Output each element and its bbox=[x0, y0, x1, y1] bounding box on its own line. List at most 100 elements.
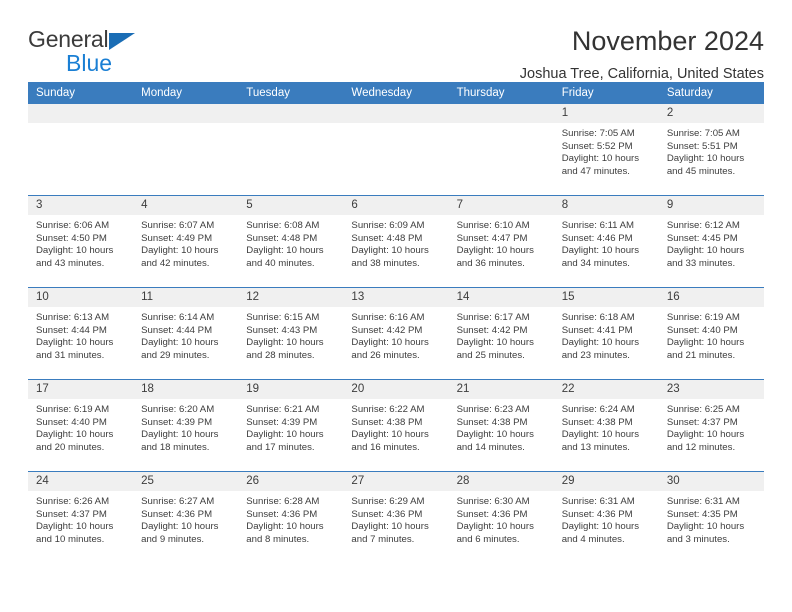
calendar-day-cell[interactable]: 3 Sunrise: 6:06 AM Sunset: 4:50 PM Daylight… bbox=[28, 195, 134, 288]
day-details: Sunrise: 6:15 AM Sunset: 4:43 PM Daylight:… bbox=[238, 307, 343, 362]
weekday-header-wednesday: Wednesday bbox=[343, 82, 449, 104]
daylight-duration-line1: Daylight: 10 hours bbox=[246, 245, 324, 257]
calendar-day-cell[interactable]: 20 Sunrise: 6:22 AM Sunset: 4:38 PM Dayligh… bbox=[343, 379, 449, 472]
calendar-day-cell[interactable]: 13 Sunrise: 6:16 AM Sunset: 4:42 PM Dayligh… bbox=[343, 287, 449, 380]
calendar-head: Sunday Monday Tuesday Wednesday Thursday… bbox=[28, 82, 764, 104]
daylight-duration-line1: Daylight: 10 hours bbox=[561, 337, 640, 349]
daylight-duration-line1: Daylight: 10 hours bbox=[351, 429, 429, 441]
calendar-day-cell[interactable]: 1 Sunrise: 7:05 AM Sunset: 5:52 PM Daylight… bbox=[553, 104, 659, 196]
calendar-day-cell[interactable]: 19 Sunrise: 6:21 AM Sunset: 4:39 PM Dayligh… bbox=[238, 379, 344, 472]
day-details: Sunrise: 6:29 AM Sunset: 4:36 PM Daylight:… bbox=[343, 491, 448, 546]
calendar-day-cell[interactable]: 2 Sunrise: 7:05 AM Sunset: 5:51 PM Daylight… bbox=[658, 104, 764, 196]
daylight-duration-line2: and 42 minutes. bbox=[141, 257, 210, 269]
day-number: 18 bbox=[133, 380, 239, 399]
calendar-day-cell[interactable]: 22 Sunrise: 6:24 AM Sunset: 4:38 PM Dayligh… bbox=[553, 379, 659, 472]
sunset-time: Sunset: 4:40 PM bbox=[666, 324, 738, 336]
calendar-day-cell[interactable]: 9 Sunrise: 6:12 AM Sunset: 4:45 PM Daylight… bbox=[658, 195, 764, 288]
calendar-day-cell[interactable]: 24 Sunrise: 6:26 AM Sunset: 4:37 PM Dayligh… bbox=[28, 471, 134, 563]
sunset-time: Sunset: 4:48 PM bbox=[246, 232, 318, 244]
day-number: 10 bbox=[28, 288, 134, 307]
day-number: 9 bbox=[658, 196, 764, 215]
day-number: 13 bbox=[343, 288, 449, 307]
calendar-day-cell[interactable]: 26 Sunrise: 6:28 AM Sunset: 4:36 PM Dayligh… bbox=[238, 471, 344, 563]
daylight-duration-line1: Daylight: 10 hours bbox=[246, 429, 324, 441]
sunrise-time: Sunrise: 7:05 AM bbox=[666, 128, 740, 139]
calendar-day-cell-empty bbox=[448, 104, 554, 196]
sunrise-time: Sunrise: 6:26 AM bbox=[36, 496, 110, 507]
daylight-duration-line1: Daylight: 10 hours bbox=[141, 429, 219, 441]
day-number: 26 bbox=[238, 472, 344, 491]
calendar-day-cell[interactable]: 21 Sunrise: 6:23 AM Sunset: 4:38 PM Dayligh… bbox=[448, 379, 554, 472]
sunset-time: Sunset: 4:37 PM bbox=[666, 416, 738, 428]
daylight-duration-line2: and 20 minutes. bbox=[36, 441, 105, 453]
sunrise-time: Sunrise: 6:19 AM bbox=[666, 312, 740, 323]
calendar-day-cell[interactable]: 30 Sunrise: 6:31 AM Sunset: 4:35 PM Dayligh… bbox=[658, 471, 764, 563]
day-details: Sunrise: 6:13 AM Sunset: 4:44 PM Daylight:… bbox=[28, 307, 133, 362]
daylight-duration-line2: and 16 minutes. bbox=[351, 441, 420, 453]
sunset-time: Sunset: 4:45 PM bbox=[666, 232, 738, 244]
daylight-duration-line1: Daylight: 10 hours bbox=[561, 245, 640, 257]
daylight-duration-line1: Daylight: 10 hours bbox=[561, 153, 640, 165]
calendar-day-cell[interactable]: 17 Sunrise: 6:19 AM Sunset: 4:40 PM Dayligh… bbox=[28, 379, 134, 472]
calendar-day-cell[interactable]: 27 Sunrise: 6:29 AM Sunset: 4:36 PM Dayligh… bbox=[343, 471, 449, 563]
daylight-duration-line2: and 34 minutes. bbox=[561, 257, 630, 269]
day-details: Sunrise: 6:21 AM Sunset: 4:39 PM Daylight:… bbox=[238, 399, 343, 454]
sunrise-time: Sunrise: 6:08 AM bbox=[246, 220, 320, 231]
day-details: Sunrise: 6:31 AM Sunset: 4:35 PM Daylight:… bbox=[659, 491, 764, 546]
page-subtitle: Joshua Tree, California, United States bbox=[519, 66, 764, 83]
day-number: 2 bbox=[658, 104, 764, 123]
sunset-time: Sunset: 4:36 PM bbox=[351, 508, 423, 520]
sunset-time: Sunset: 4:42 PM bbox=[456, 324, 528, 336]
sunrise-time: Sunrise: 6:28 AM bbox=[246, 496, 320, 507]
sunrise-time: Sunrise: 6:19 AM bbox=[36, 404, 110, 415]
weekday-header-saturday: Saturday bbox=[658, 82, 764, 104]
sunrise-time: Sunrise: 6:21 AM bbox=[246, 404, 320, 415]
day-number bbox=[448, 104, 554, 123]
weekday-header-monday: Monday bbox=[133, 82, 239, 104]
daylight-duration-line1: Daylight: 10 hours bbox=[456, 337, 534, 349]
sunset-time: Sunset: 4:36 PM bbox=[456, 508, 528, 520]
daylight-duration-line1: Daylight: 10 hours bbox=[246, 521, 324, 533]
sunset-time: Sunset: 4:41 PM bbox=[561, 324, 633, 336]
calendar-week-row: 1 Sunrise: 7:05 AM Sunset: 5:52 PM Daylight… bbox=[28, 104, 764, 196]
day-details: Sunrise: 6:11 AM Sunset: 4:46 PM Daylight:… bbox=[554, 215, 659, 270]
calendar-day-cell[interactable]: 18 Sunrise: 6:20 AM Sunset: 4:39 PM Dayligh… bbox=[133, 379, 239, 472]
logo-word-general: General bbox=[28, 26, 109, 52]
calendar-day-cell[interactable]: 14 Sunrise: 6:17 AM Sunset: 4:42 PM Dayligh… bbox=[448, 287, 554, 380]
daylight-duration-line2: and 21 minutes. bbox=[666, 349, 736, 361]
calendar-day-cell[interactable]: 11 Sunrise: 6:14 AM Sunset: 4:44 PM Dayligh… bbox=[133, 287, 239, 380]
calendar-day-cell[interactable]: 23 Sunrise: 6:25 AM Sunset: 4:37 PM Dayligh… bbox=[658, 379, 764, 472]
calendar-day-cell[interactable]: 7 Sunrise: 6:10 AM Sunset: 4:47 PM Daylight… bbox=[448, 195, 554, 288]
day-number: 11 bbox=[133, 288, 239, 307]
daylight-duration-line1: Daylight: 10 hours bbox=[36, 521, 114, 533]
calendar-day-cell[interactable]: 29 Sunrise: 6:31 AM Sunset: 4:36 PM Dayligh… bbox=[553, 471, 659, 563]
calendar-day-cell[interactable]: 6 Sunrise: 6:09 AM Sunset: 4:48 PM Daylight… bbox=[343, 195, 449, 288]
calendar-day-cell-empty bbox=[238, 104, 344, 196]
sunrise-time: Sunrise: 6:10 AM bbox=[456, 220, 530, 231]
sunrise-time: Sunrise: 6:27 AM bbox=[141, 496, 215, 507]
day-details: Sunrise: 6:30 AM Sunset: 4:36 PM Daylight:… bbox=[449, 491, 554, 546]
calendar-day-cell[interactable]: 4 Sunrise: 6:07 AM Sunset: 4:49 PM Daylight… bbox=[133, 195, 239, 288]
day-number bbox=[238, 104, 344, 123]
daylight-duration-line2: and 18 minutes. bbox=[141, 441, 210, 453]
daylight-duration-line2: and 9 minutes. bbox=[141, 533, 205, 545]
calendar-day-cell[interactable]: 10 Sunrise: 6:13 AM Sunset: 4:44 PM Dayligh… bbox=[28, 287, 134, 380]
day-number bbox=[343, 104, 449, 123]
calendar-day-cell[interactable]: 8 Sunrise: 6:11 AM Sunset: 4:46 PM Daylight… bbox=[553, 195, 659, 288]
daylight-duration-line2: and 33 minutes. bbox=[666, 257, 736, 269]
sunrise-time: Sunrise: 6:20 AM bbox=[141, 404, 215, 415]
calendar-day-cell[interactable]: 5 Sunrise: 6:08 AM Sunset: 4:48 PM Daylight… bbox=[238, 195, 344, 288]
sunset-time: Sunset: 4:44 PM bbox=[36, 324, 107, 336]
calendar-day-cell[interactable]: 15 Sunrise: 6:18 AM Sunset: 4:41 PM Dayligh… bbox=[553, 287, 659, 380]
calendar-day-cell[interactable]: 25 Sunrise: 6:27 AM Sunset: 4:36 PM Dayligh… bbox=[133, 471, 239, 563]
calendar-day-cell[interactable]: 28 Sunrise: 6:30 AM Sunset: 4:36 PM Dayligh… bbox=[448, 471, 554, 563]
daylight-duration-line2: and 13 minutes. bbox=[561, 441, 630, 453]
calendar-day-cell[interactable]: 16 Sunrise: 6:19 AM Sunset: 4:40 PM Dayligh… bbox=[658, 287, 764, 380]
general-blue-logo[interactable]: General Blue bbox=[28, 26, 178, 75]
day-number: 27 bbox=[343, 472, 449, 491]
daylight-duration-line2: and 4 minutes. bbox=[561, 533, 625, 545]
calendar-day-cell[interactable]: 12 Sunrise: 6:15 AM Sunset: 4:43 PM Dayligh… bbox=[238, 287, 344, 380]
day-number bbox=[28, 104, 134, 123]
day-number: 22 bbox=[553, 380, 659, 399]
daylight-duration-line2: and 38 minutes. bbox=[351, 257, 420, 269]
